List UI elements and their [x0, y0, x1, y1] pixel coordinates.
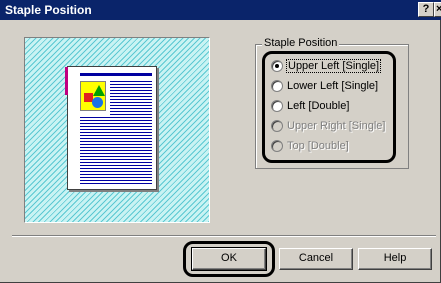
text-lines-body — [80, 117, 152, 185]
text-lines — [110, 81, 152, 115]
separator — [12, 235, 436, 237]
green-triangle-shape — [93, 85, 105, 96]
title-bar: Staple Position ? × — [0, 0, 441, 20]
close-button[interactable]: × — [434, 2, 441, 17]
options-callout-ring — [262, 51, 396, 163]
document-page-icon — [65, 66, 157, 190]
staple-preview — [24, 37, 210, 223]
group-legend: Staple Position — [262, 37, 340, 49]
staple-mark-icon — [65, 67, 68, 95]
window-title: Staple Position — [5, 3, 92, 17]
staple-position-dialog: Staple Position ? × Staple Position Uppe… — [0, 0, 441, 283]
blue-circle-shape — [92, 97, 103, 108]
picture-icon — [80, 81, 106, 111]
help-question-button[interactable]: ? — [418, 2, 434, 17]
help-button[interactable]: Help — [358, 248, 432, 270]
ok-callout-ring — [183, 241, 275, 277]
cancel-button[interactable]: Cancel — [279, 248, 353, 270]
page-header-bar — [80, 73, 152, 76]
